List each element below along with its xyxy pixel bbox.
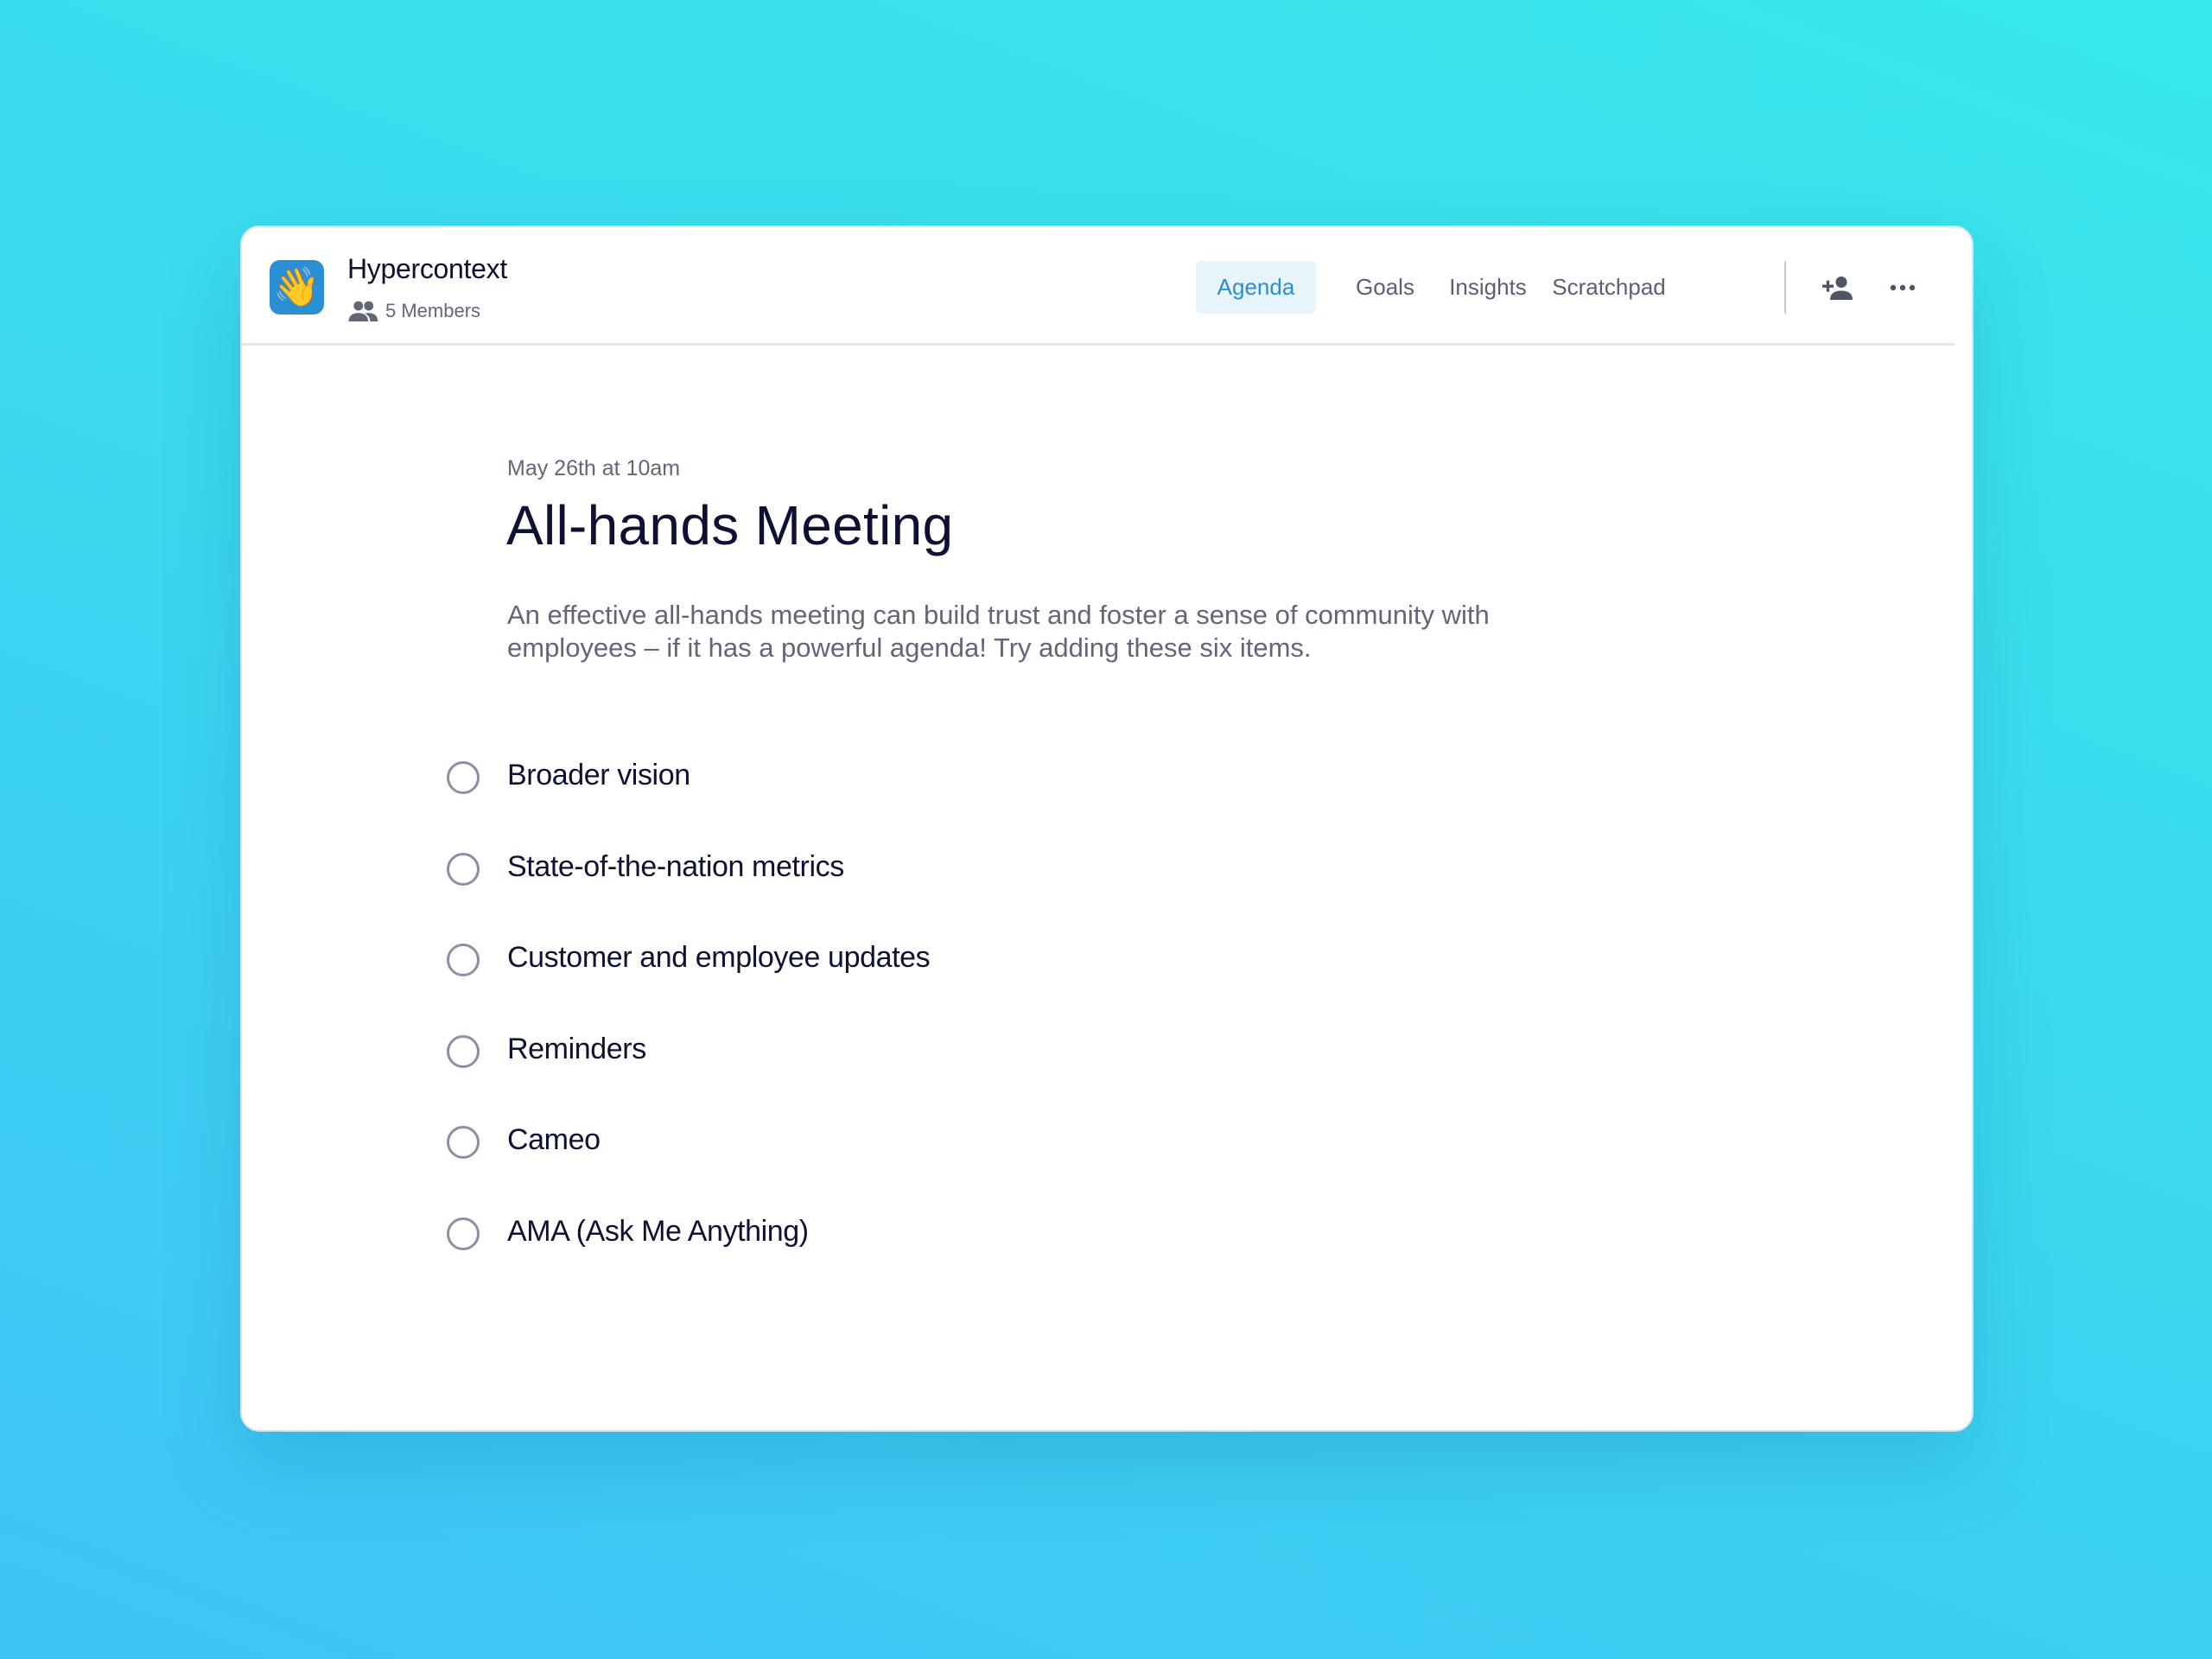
tab-insights[interactable]: Insights	[1440, 261, 1535, 314]
agenda-item-label[interactable]: Cameo	[507, 1121, 601, 1159]
add-member-button[interactable]	[1817, 267, 1859, 308]
agenda-item-label[interactable]: Broader vision	[507, 756, 690, 794]
agenda-item: State-of-the-nation metrics	[447, 848, 930, 939]
agenda-item-checkbox[interactable]	[447, 944, 480, 976]
agenda-item-label[interactable]: State-of-the-nation metrics	[507, 848, 844, 886]
agenda-item-checkbox[interactable]	[447, 1034, 480, 1068]
meeting-title[interactable]: All-hands Meeting	[506, 493, 953, 557]
header-bar: 👋 Hypercontext 5 Members Agenda Goals In…	[242, 227, 1955, 346]
people-icon	[348, 301, 378, 321]
more-options-icon	[1890, 284, 1916, 291]
app-window: 👋 Hypercontext 5 Members Agenda Goals In…	[240, 226, 1974, 1432]
tab-scratchpad[interactable]: Scratchpad	[1544, 261, 1674, 314]
agenda-item-checkbox[interactable]	[447, 761, 480, 794]
workspace-name[interactable]: Hypercontext	[347, 253, 507, 285]
tab-bar: Agenda Goals Insights Scratchpad	[1196, 261, 1674, 314]
agenda-item: AMA (Ask Me Anything)	[447, 1212, 930, 1304]
agenda-item: Reminders	[447, 1030, 930, 1122]
add-person-icon	[1822, 276, 1853, 300]
agenda-item: Cameo	[447, 1121, 930, 1212]
agenda-item-label[interactable]: Customer and employee updates	[507, 938, 931, 976]
tab-agenda[interactable]: Agenda	[1196, 261, 1316, 314]
waving-hand-icon[interactable]: 👋	[270, 260, 324, 315]
meeting-date: May 26th at 10am	[507, 456, 681, 480]
agenda-item: Broader vision	[447, 756, 930, 848]
tab-goals[interactable]: Goals	[1338, 261, 1433, 314]
toolbar-divider	[1784, 261, 1786, 314]
members-label: 5 Members	[385, 300, 481, 321]
agenda-content: May 26th at 10am All-hands Meeting An ef…	[242, 348, 1972, 1430]
agenda-item-checkbox[interactable]	[447, 1217, 480, 1250]
agenda-item-label[interactable]: AMA (Ask Me Anything)	[507, 1212, 809, 1250]
meeting-description[interactable]: An effective all-hands meeting can build…	[507, 599, 1544, 664]
agenda-item: Customer and employee updates	[447, 938, 931, 1030]
agenda-item-label[interactable]: Reminders	[507, 1030, 646, 1068]
agenda-item-checkbox[interactable]	[447, 852, 480, 886]
agenda-list: Broader vision State-of-the-nation metri…	[447, 756, 931, 1304]
agenda-item-checkbox[interactable]	[447, 1126, 480, 1159]
members-count[interactable]: 5 Members	[347, 296, 480, 326]
more-options-button[interactable]	[1882, 267, 1923, 308]
